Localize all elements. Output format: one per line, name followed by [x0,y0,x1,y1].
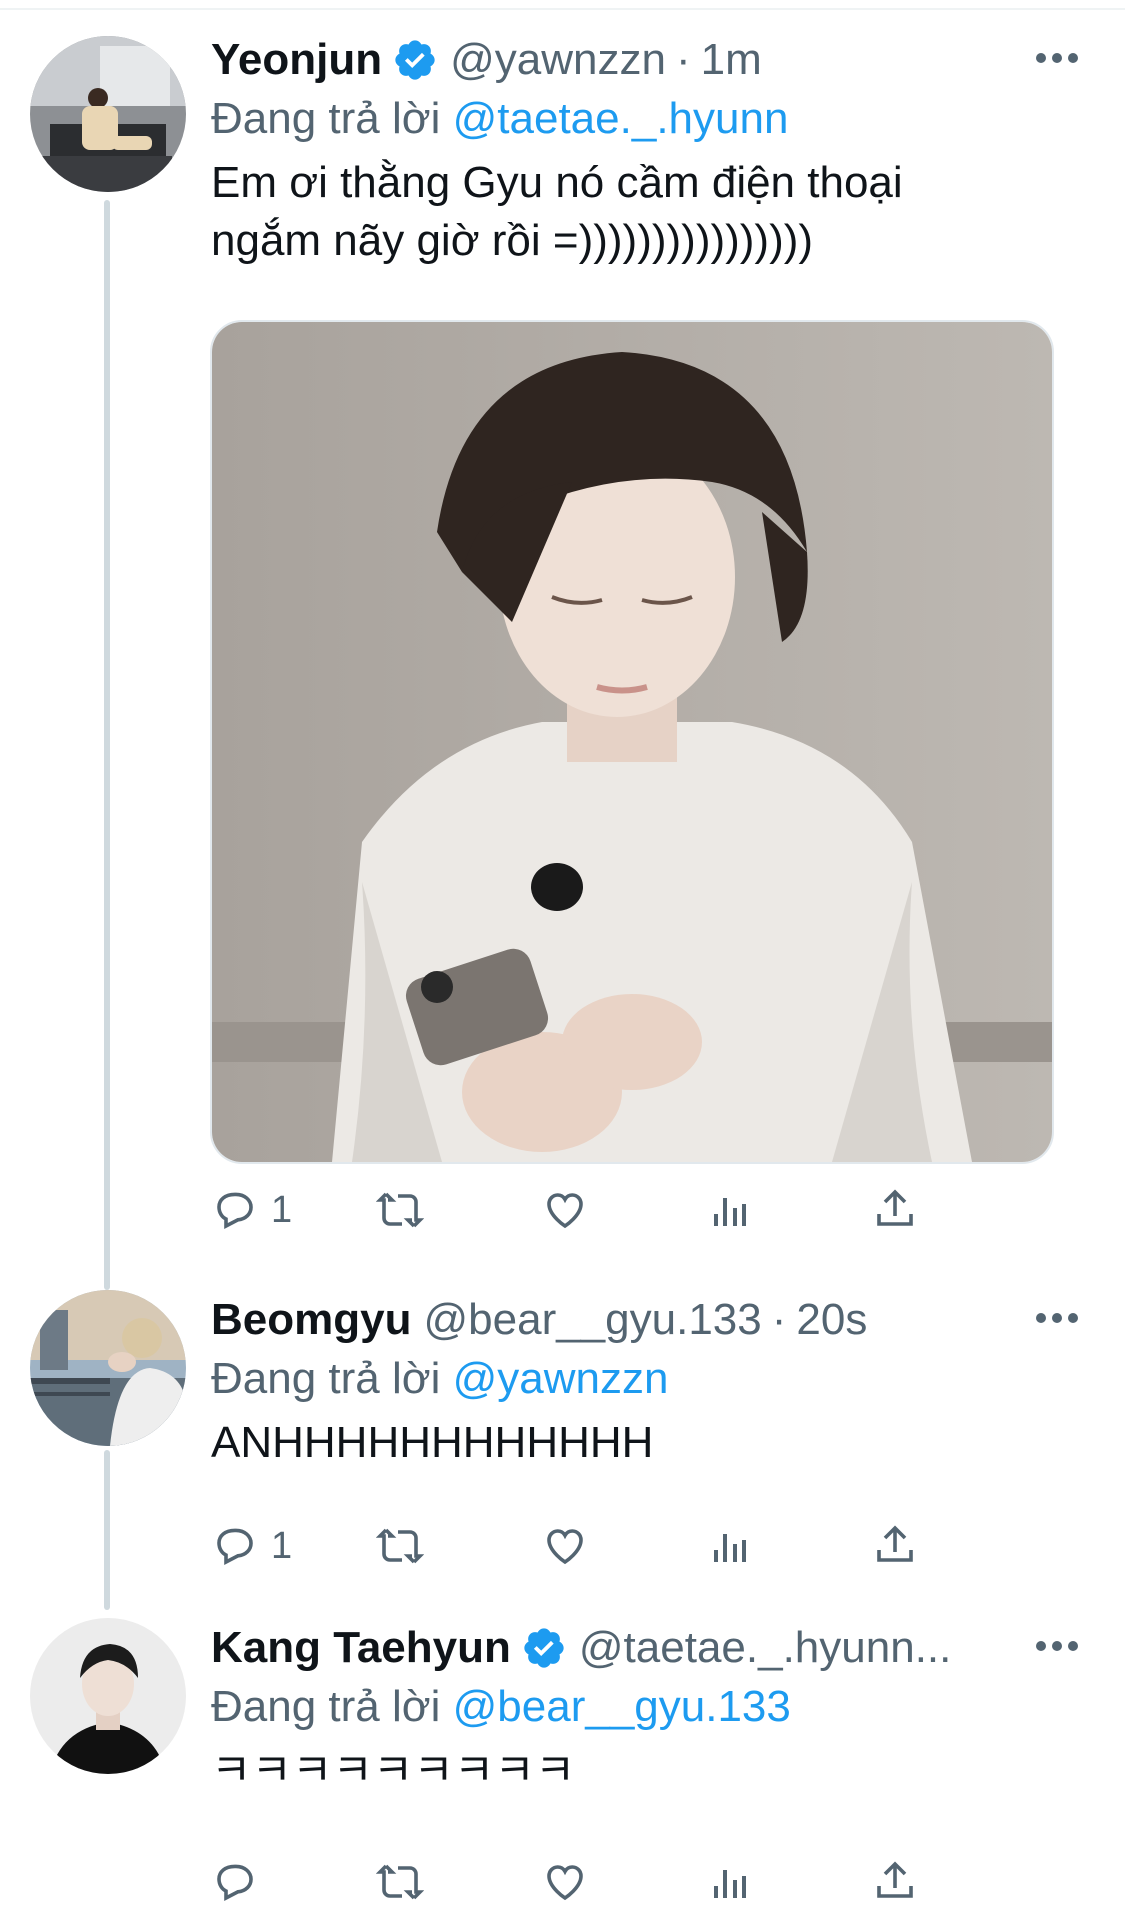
tweet-text-line: ㅋㅋㅋㅋㅋㅋㅋㅋㅋ [211,1746,576,1795]
retweet-icon [376,1864,424,1900]
reply-icon [217,1528,253,1565]
avatar-image [30,36,186,192]
separator-dot: · [675,35,691,84]
tweet-actions: 1 [211,1180,991,1240]
tweet-text-line: Em ơi thằng Gyu nó cầm điện thoại [211,158,903,207]
share-icon [877,1189,913,1226]
share-button[interactable] [871,1858,991,1906]
reply-count: 1 [271,1524,293,1567]
handle[interactable]: @yawnzzn [450,35,666,85]
views-button[interactable] [706,1186,826,1234]
views-icon [714,1870,746,1898]
replying-to-label: Đang trả lời [211,1682,441,1731]
retweet-button[interactable] [376,1858,496,1906]
separator-dot: · [771,1295,787,1344]
tweet-text: Em ơi thằng Gyu nó cầm điện thoại ngắm n… [211,154,1085,270]
replying-to-label: Đang trả lời [211,94,441,143]
like-icon [547,1193,583,1229]
retweet-icon [376,1192,424,1228]
share-button[interactable] [871,1522,991,1570]
like-button[interactable] [541,1186,661,1234]
tweet-text-line: ANHHHHHHHHHHHH [211,1418,654,1467]
views-button[interactable] [706,1858,826,1906]
retweet-icon [376,1528,424,1564]
tweet-text: ANHHHHHHHHHHHH [211,1414,1085,1472]
reply-mention-link[interactable]: @taetae._.hyunn [453,94,789,143]
like-button[interactable] [541,1858,661,1906]
reply-button[interactable] [211,1858,331,1906]
timestamp[interactable]: 20s [796,1295,867,1345]
share-button[interactable] [871,1186,991,1234]
more-icon[interactable] [1029,1626,1085,1666]
retweet-button[interactable] [376,1186,496,1234]
tweet[interactable]: Kang Taehyun @taetae._.hyunn... Đang trả… [0,1618,1125,1901]
handle[interactable]: @bear__gyu.133 [423,1295,761,1345]
top-divider [0,0,1125,10]
like-icon [547,1529,583,1565]
tweet-header: Beomgyu @bear__gyu.133 · 20s [211,1290,1085,1350]
tweet-actions [211,1852,991,1912]
reply-icon [217,1864,253,1901]
reply-count: 1 [271,1188,293,1231]
replying-to-label: Đang trả lời [211,1354,441,1403]
like-icon [547,1865,583,1901]
share-icon [877,1861,913,1898]
avatar-image [30,1618,186,1774]
tweet[interactable]: Beomgyu @bear__gyu.133 · 20s Đang trả lờ… [0,1290,1125,1610]
views-icon [714,1534,746,1562]
replying-to: Đang trả lời @yawnzzn [211,1350,1085,1408]
reply-button[interactable]: 1 [211,1186,331,1234]
views-button[interactable] [706,1522,826,1570]
verified-icon [521,1625,567,1671]
tweet-actions: 1 [211,1516,991,1576]
share-icon [877,1525,913,1562]
display-name[interactable]: Kang Taehyun [211,1623,511,1673]
timestamp[interactable]: 1m [701,35,762,85]
display-name[interactable]: Beomgyu [211,1295,411,1345]
more-icon[interactable] [1029,38,1085,78]
tweet-media-image[interactable] [210,320,1054,1164]
tweet-header: Kang Taehyun @taetae._.hyunn... [211,1618,1085,1678]
tweet-text-line: ngắm nãy giờ rồi =)))))))))))))))) [211,216,814,265]
handle[interactable]: @taetae._.hyunn... [579,1623,951,1673]
display-name[interactable]: Yeonjun [211,35,382,85]
verified-icon [392,37,438,83]
replying-to: Đang trả lời @bear__gyu.133 [211,1678,1085,1736]
avatar[interactable] [30,1618,186,1774]
views-icon [714,1198,746,1226]
reply-button[interactable]: 1 [211,1522,331,1570]
avatar-image [30,1290,186,1446]
reply-mention-link[interactable]: @yawnzzn [453,1354,669,1403]
like-button[interactable] [541,1522,661,1570]
tweet-text: ㅋㅋㅋㅋㅋㅋㅋㅋㅋ [211,1742,1085,1800]
retweet-button[interactable] [376,1522,496,1570]
avatar[interactable] [30,1290,186,1446]
replying-to: Đang trả lời @taetae._.hyunn [211,90,1085,148]
tweet[interactable]: Yeonjun @yawnzzn · 1m Đang trả lời @taet… [0,30,1125,1270]
reply-icon [217,1192,253,1229]
avatar[interactable] [30,36,186,192]
tweet-header: Yeonjun @yawnzzn · 1m [211,30,1085,90]
reply-mention-link[interactable]: @bear__gyu.133 [453,1682,791,1731]
more-icon[interactable] [1029,1298,1085,1338]
